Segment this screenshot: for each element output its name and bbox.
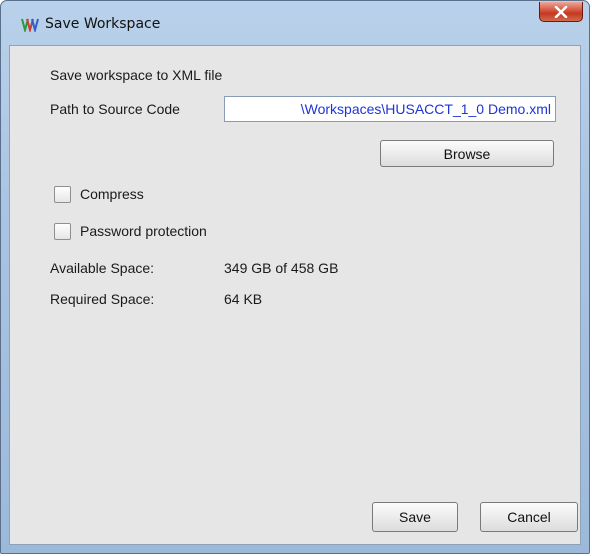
save-button[interactable]: Save — [372, 502, 458, 532]
path-input-value: \Workspaces\HUSACCT_1_0 Demo.xml — [300, 101, 551, 117]
close-button[interactable] — [539, 2, 583, 22]
password-protection-checkbox[interactable] — [54, 223, 71, 240]
close-icon — [554, 5, 568, 18]
password-protection-label[interactable]: Password protection — [80, 223, 207, 239]
available-space-label: Available Space: — [50, 260, 155, 276]
dialog-content: Save workspace to XML file Path to Sourc… — [9, 45, 581, 545]
required-space-value: 64 KB — [224, 291, 263, 307]
path-input[interactable]: \Workspaces\HUSACCT_1_0 Demo.xml — [224, 96, 556, 122]
compress-label[interactable]: Compress — [80, 186, 144, 202]
required-space-label: Required Space: — [50, 291, 155, 307]
compress-checkbox[interactable] — [54, 186, 71, 203]
title-bar[interactable]: Save Workspace — [1, 1, 589, 45]
window-title: Save Workspace — [45, 16, 161, 32]
available-space-value: 349 GB of 458 GB — [224, 260, 339, 276]
cancel-button[interactable]: Cancel — [480, 502, 578, 532]
browse-button[interactable]: Browse — [380, 140, 554, 167]
save-workspace-window: Save Workspace Save workspace to XML fil… — [0, 0, 590, 554]
husacct-app-icon — [21, 18, 39, 34]
path-label: Path to Source Code — [50, 101, 180, 117]
dialog-heading: Save workspace to XML file — [50, 67, 223, 83]
